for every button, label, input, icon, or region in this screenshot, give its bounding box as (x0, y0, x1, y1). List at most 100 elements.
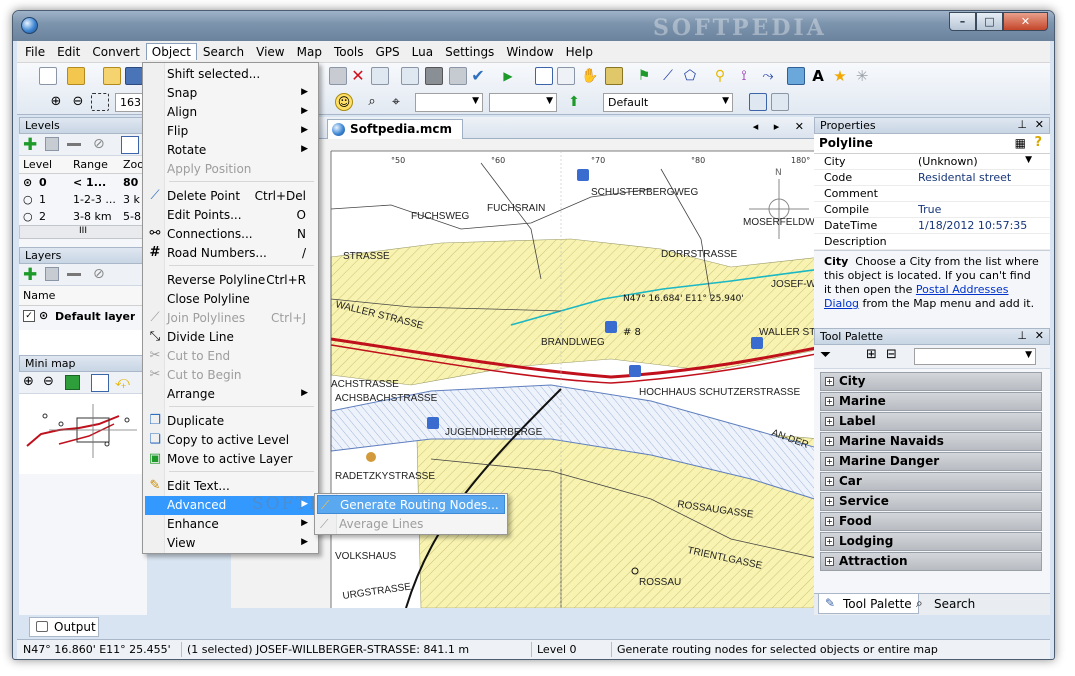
open-folder-icon[interactable] (67, 67, 85, 85)
star-icon[interactable]: ★ (831, 67, 849, 85)
menu-item-edit-points[interactable]: Edit Points... O (145, 206, 316, 225)
crosshair-icon[interactable]: ⌖ (387, 93, 405, 111)
node-icon[interactable]: ⤳ (759, 67, 777, 85)
menu-lua[interactable]: Lua (406, 43, 439, 61)
ruler-icon[interactable] (605, 67, 623, 85)
menu-item-close-polyline[interactable]: Close Polyline (145, 290, 316, 309)
check-level-icon[interactable]: ⊘ (93, 136, 105, 152)
menu-help[interactable]: Help (560, 43, 599, 61)
palette-category-city[interactable]: + City (820, 372, 1042, 391)
menu-window[interactable]: Window (500, 43, 559, 61)
polygon-tool-icon[interactable]: ⬠ (681, 67, 699, 85)
add-level-icon[interactable]: ✚ (23, 135, 37, 155)
bus-stop-icon[interactable] (751, 337, 763, 349)
close-pane-icon[interactable]: ✕ (1035, 118, 1044, 131)
pin-icon[interactable]: ⊥ (1017, 118, 1027, 131)
text-tool-icon[interactable]: A (809, 67, 827, 85)
minimap-layers-icon[interactable] (91, 374, 109, 392)
pin-icon[interactable]: ⚲ (711, 67, 729, 85)
paste-icon[interactable] (329, 67, 347, 85)
level-row[interactable]: ⊙ 0 < 1... 80 (19, 174, 147, 191)
menu-item-cut-to-begin[interactable]: ✂ Cut to Begin (145, 366, 316, 385)
hand-pan-icon[interactable]: ✋ (581, 67, 599, 85)
palette-category-marine-navaids[interactable]: + Marine Navaids (820, 432, 1042, 451)
menu-item-move-to-layer[interactable]: ▣ Move to active Layer (145, 450, 316, 469)
grid-icon[interactable] (401, 67, 419, 85)
menu-item-reverse-polyline[interactable]: Reverse Polyline Ctrl+R (145, 271, 316, 290)
palette-category-service[interactable]: + Service (820, 492, 1042, 511)
rect-select-icon[interactable] (557, 67, 575, 85)
menu-item-cut-to-end[interactable]: ✂ Cut to End (145, 347, 316, 366)
minimap-zoom-in-icon[interactable]: ⊕ (23, 374, 34, 389)
zoom-out-icon[interactable]: ⊖ (69, 93, 87, 111)
col-range[interactable]: Range (73, 158, 108, 171)
tab-tool-palette[interactable]: ✎ Tool Palette (818, 594, 919, 614)
menu-item-join-polylines[interactable]: ⟋ Join Polylines Ctrl+J (145, 309, 316, 328)
select-tool-icon[interactable] (371, 67, 389, 85)
property-row[interactable]: City (Unknown) ▼ (814, 154, 1050, 170)
palette-category-car[interactable]: + Car (820, 472, 1042, 491)
collapse-all-icon[interactable]: ⊟ (886, 347, 897, 362)
type-combo[interactable]: ▼ (415, 93, 483, 112)
property-row[interactable]: Compile True (814, 202, 1050, 218)
check-layer-icon[interactable]: ⊘ (93, 266, 105, 282)
find-icon[interactable]: ⌕ (363, 93, 381, 111)
menu-item-flip[interactable]: Flip ▶ (145, 122, 316, 141)
menu-item-connections[interactable]: ⚯ Connections... N (145, 225, 316, 244)
remove-layer-icon[interactable] (67, 273, 81, 276)
level-view-icon[interactable] (121, 136, 139, 154)
tab-search[interactable]: ⌕ Search (910, 594, 981, 614)
expand-all-icon[interactable]: ⊞ (866, 347, 877, 362)
property-value[interactable]: 1/18/2012 10:57:35 AM (918, 219, 1030, 232)
menu-item-generate-routing-nodes[interactable]: ⟋ Generate Routing Nodes... (317, 495, 505, 514)
menu-item-shift-selected[interactable]: Shift selected... (145, 65, 316, 84)
new-file-icon[interactable] (39, 67, 57, 85)
image-icon[interactable] (787, 67, 805, 85)
col-name[interactable]: Name (23, 289, 55, 302)
menu-item-view[interactable]: View ▶ (145, 534, 316, 553)
menu-item-align[interactable]: Align ▶ (145, 103, 316, 122)
property-value[interactable]: Residental street (918, 171, 1030, 184)
chevron-down-icon[interactable]: ▼ (1025, 155, 1032, 165)
minimap-route-icon[interactable]: ⤽ (115, 374, 130, 390)
property-row[interactable]: Code Residental street (814, 170, 1050, 186)
menu-item-rotate[interactable]: Rotate ▶ (145, 141, 316, 160)
zoom-rect-icon[interactable] (91, 93, 109, 111)
level-row[interactable]: ○ 1 1-2-3 ... 3 k (19, 191, 147, 208)
menu-item-copy-to-level[interactable]: ❏ Copy to active Level (145, 431, 316, 450)
app-globe-icon[interactable] (21, 17, 38, 34)
pin-icon[interactable]: ⊥ (1017, 329, 1027, 342)
menu-item-delete-point[interactable]: ⟋ Delete Point Ctrl+Del (145, 187, 316, 206)
bus-stop-icon[interactable] (629, 365, 641, 377)
save-icon[interactable] (125, 67, 143, 85)
property-value[interactable]: (Unknown) (918, 155, 1030, 168)
menu-file[interactable]: File (19, 43, 51, 61)
menu-item-arrange[interactable]: Arrange ▶ (145, 385, 316, 404)
delete-icon[interactable]: ✕ (349, 67, 367, 85)
menu-view[interactable]: View (250, 43, 290, 61)
radio-selected-icon[interactable]: ⊙ (23, 176, 32, 189)
menu-item-apply-position[interactable]: Apply Position (145, 160, 316, 179)
radio-icon[interactable]: ○ (23, 210, 33, 223)
property-row[interactable]: Description (814, 234, 1050, 250)
close-pane-icon[interactable]: ✕ (1035, 329, 1044, 342)
close-button[interactable]: ✕ (1003, 12, 1048, 31)
menu-item-road-numbers[interactable]: # Road Numbers... / (145, 244, 316, 263)
subtype-combo[interactable]: ▼ (489, 93, 557, 112)
menu-object[interactable]: Object (145, 43, 197, 60)
panel-icon[interactable] (749, 93, 767, 111)
menu-item-snap[interactable]: Snap ▶ (145, 84, 316, 103)
route-icon[interactable]: ⟟ (735, 67, 753, 85)
menu-item-enhance[interactable]: Enhance ▶ (145, 515, 316, 534)
palette-category-label[interactable]: + Label (820, 412, 1042, 431)
menu-item-divide-line[interactable]: ⤡ Divide Line (145, 328, 316, 347)
palette-category-lodging[interactable]: + Lodging (820, 532, 1042, 551)
help-icon[interactable]: ? (1034, 135, 1042, 150)
palette-category-marine-danger[interactable]: + Marine Danger (820, 452, 1042, 471)
menu-map[interactable]: Map (291, 43, 328, 61)
level-row[interactable]: ○ 2 3-8 km 5-8 (19, 208, 147, 225)
import-icon[interactable] (103, 67, 121, 85)
pointer-tool-icon[interactable] (535, 67, 553, 85)
menu-settings[interactable]: Settings (439, 43, 500, 61)
menu-edit[interactable]: Edit (51, 43, 86, 61)
